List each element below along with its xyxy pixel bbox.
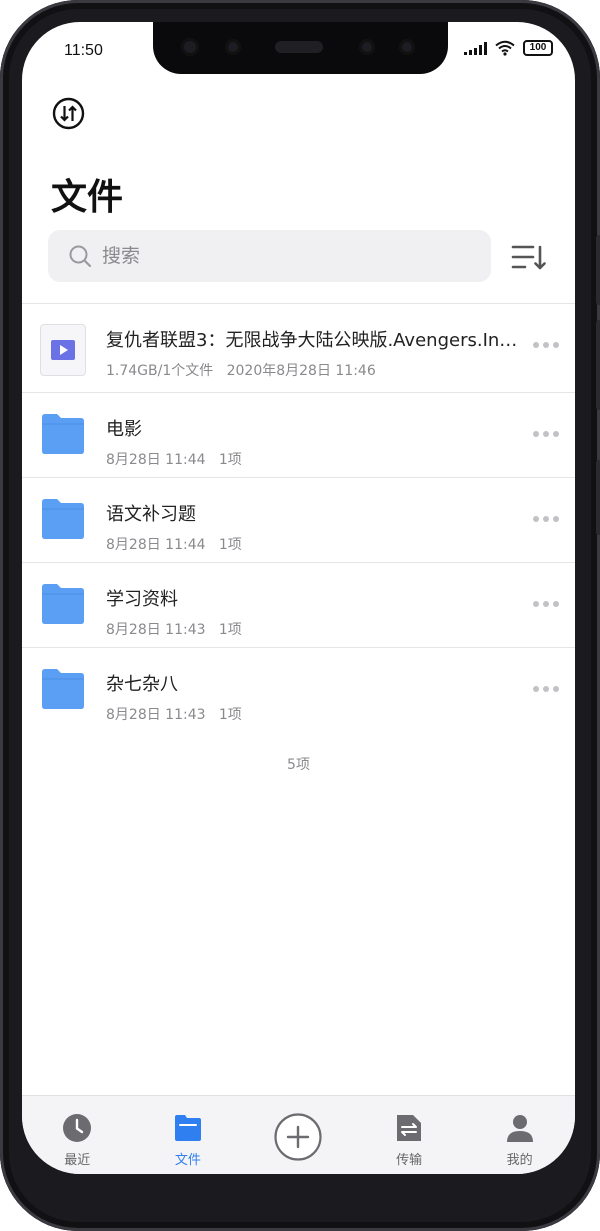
search-box[interactable] bbox=[48, 230, 491, 282]
sensor-icon bbox=[399, 39, 415, 55]
nav-item-mine[interactable]: 我的 bbox=[464, 1096, 575, 1174]
nav-label: 我的 bbox=[506, 1153, 533, 1168]
volume-down-button bbox=[596, 320, 600, 410]
list-item[interactable]: 电影 8月28日 11:44 1项 bbox=[22, 393, 575, 478]
search-input[interactable] bbox=[102, 245, 462, 267]
bottom-nav: 最近 文件 传输 我的 bbox=[22, 1095, 575, 1174]
video-file-icon bbox=[40, 324, 86, 376]
battery-icon: 100 bbox=[523, 40, 553, 56]
folder-meta: 8月28日 11:43 1项 bbox=[106, 707, 242, 723]
status-time: 11:50 bbox=[64, 42, 103, 59]
transfer-arrows-icon[interactable] bbox=[52, 97, 85, 130]
folder-meta: 8月28日 11:43 1项 bbox=[106, 622, 242, 638]
file-meta: 1.74GB/1个文件 2020年8月28日 11:46 bbox=[106, 363, 376, 379]
more-options-icon[interactable] bbox=[533, 431, 559, 437]
transfer-icon bbox=[397, 1115, 422, 1141]
nav-item-add[interactable] bbox=[243, 1096, 354, 1174]
list-item[interactable]: 学习资料 8月28日 11:43 1项 bbox=[22, 563, 575, 648]
search-icon bbox=[69, 245, 92, 268]
folder-name: 学习资料 bbox=[106, 589, 178, 610]
nav-label: 文件 bbox=[174, 1153, 201, 1168]
screen: 11:50 100 文件 搜索 复仇者联盟3：无限战争大陆公映版.Avenger… bbox=[22, 22, 575, 1174]
phone-frame: 11:50 100 文件 搜索 复仇者联盟3：无限战争大陆公映版.Avenger… bbox=[0, 0, 600, 1231]
item-count: 5项 bbox=[287, 757, 310, 773]
folder-name: 电影 bbox=[106, 419, 142, 440]
list-item[interactable]: 杂七杂八 8月28日 11:43 1项 bbox=[22, 648, 575, 733]
folder-meta: 8月28日 11:44 1项 bbox=[106, 537, 242, 553]
folder-name: 语文补习题 bbox=[106, 504, 196, 525]
list-item[interactable]: 语文补习题 8月28日 11:44 1项 bbox=[22, 478, 575, 563]
signal-icon bbox=[464, 41, 487, 55]
folder-icon bbox=[42, 584, 84, 624]
nav-label: 最近 bbox=[64, 1153, 91, 1168]
nav-item-recent[interactable]: 最近 bbox=[22, 1096, 133, 1174]
list-item[interactable]: 复仇者联盟3：无限战争大陆公映版.Avengers.Infinity.War 1… bbox=[22, 304, 575, 393]
folder-icon bbox=[42, 499, 84, 539]
page-title: 文件 bbox=[51, 177, 124, 218]
more-options-icon[interactable] bbox=[533, 686, 559, 692]
file-list: 复仇者联盟3：无限战争大陆公映版.Avengers.Infinity.War 1… bbox=[22, 304, 575, 733]
notch bbox=[153, 22, 448, 74]
status-icons: 100 bbox=[464, 40, 553, 56]
plus-circle-icon bbox=[274, 1113, 323, 1161]
person-icon bbox=[506, 1115, 533, 1142]
sort-icon[interactable] bbox=[511, 242, 547, 272]
volume-up-button bbox=[596, 235, 600, 305]
nav-item-transfer[interactable]: 传输 bbox=[354, 1096, 465, 1174]
sensor-icon bbox=[359, 39, 375, 55]
front-camera-icon bbox=[181, 38, 199, 56]
sensor-icon bbox=[225, 39, 241, 55]
nav-item-files[interactable]: 文件 bbox=[133, 1096, 244, 1174]
earpiece-speaker bbox=[275, 41, 323, 53]
folder-name: 杂七杂八 bbox=[106, 674, 178, 695]
file-name: 复仇者联盟3：无限战争大陆公映版.Avengers.Infinity.War bbox=[106, 330, 526, 351]
more-options-icon[interactable] bbox=[533, 601, 559, 607]
folder-icon bbox=[42, 669, 84, 709]
folder-icon bbox=[174, 1115, 201, 1141]
folder-icon bbox=[42, 414, 84, 454]
power-button bbox=[596, 460, 600, 535]
more-options-icon[interactable] bbox=[533, 516, 559, 522]
more-options-icon[interactable] bbox=[533, 342, 559, 348]
nav-label: 传输 bbox=[396, 1153, 423, 1168]
folder-meta: 8月28日 11:44 1项 bbox=[106, 452, 242, 468]
clock-icon bbox=[63, 1114, 92, 1142]
wifi-icon bbox=[495, 40, 515, 56]
